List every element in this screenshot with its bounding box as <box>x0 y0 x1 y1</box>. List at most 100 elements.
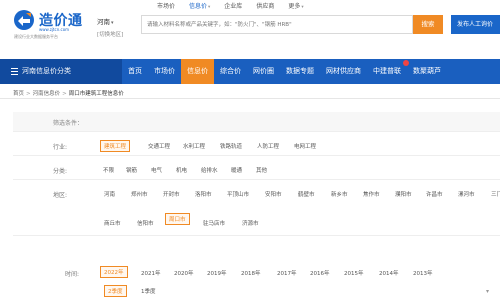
area-option-henan[interactable]: 河南 <box>104 190 115 198</box>
nav-item-suppliers[interactable]: 网材供应商 <box>320 59 367 84</box>
area-option-kaifeng[interactable]: 开封市 <box>163 190 180 198</box>
year-option-2015[interactable]: 2015年 <box>344 269 364 277</box>
topnav-market-price[interactable]: 市场价 <box>150 2 182 12</box>
breadcrumb-current: 周口市建筑工程信息价 <box>68 91 124 97</box>
breadcrumb-province[interactable]: 河南信息价 <box>33 91 61 97</box>
filter-panel: 筛选条件： 行业: 建筑工程 交通工程 水利工程 铁路轨道 人防工程 电网工程 … <box>13 112 500 300</box>
chevron-down-icon: ▾ <box>301 5 304 10</box>
area-option-zhoukou[interactable]: 周口市 <box>165 213 190 225</box>
nav-item-home[interactable]: 首页 <box>122 59 148 84</box>
nav-item-info-price[interactable]: 信息价 <box>181 59 214 84</box>
time-label: 时间: <box>65 271 80 278</box>
topnav-label: 市场价 <box>157 3 176 10</box>
nav-item-composite-price[interactable]: 综合价 <box>214 59 247 84</box>
category-option-hvac[interactable]: 暖通 <box>231 166 242 174</box>
category-menu-button[interactable]: 河南信息价分类 <box>0 59 122 84</box>
nav-item-label: 中建普联 <box>373 67 401 75</box>
area-option-jiyuan[interactable]: 济源市 <box>242 219 259 227</box>
year-option-2016[interactable]: 2016年 <box>310 269 330 277</box>
region-selector[interactable]: 河南▾ <box>97 16 114 26</box>
year-option-2022[interactable]: 2022年 <box>100 266 128 278</box>
industry-label: 行业: <box>53 144 68 151</box>
divider <box>13 235 500 236</box>
search-box <box>141 15 413 34</box>
nav-item-price-circle[interactable]: 网价圈 <box>247 59 280 84</box>
year-option-2013[interactable]: 2013年 <box>413 269 433 277</box>
divider <box>0 98 500 99</box>
logo-url: www.zjtcn.com <box>39 27 70 32</box>
industry-option-building[interactable]: 建筑工程 <box>100 140 131 152</box>
site-header: 造价通 www.zjtcn.com 建设行业大数据服务平台 河南▾ [切换地区]… <box>0 0 500 56</box>
top-nav: 市场价 信息价▾ 企业库 供应商 更多▾ <box>150 2 311 12</box>
area-option-anyang[interactable]: 安阳市 <box>265 190 282 198</box>
area-option-zhengzhou[interactable]: 郑州市 <box>131 190 148 198</box>
topnav-suppliers[interactable]: 供应商 <box>249 2 281 12</box>
scroll-down-icon[interactable]: ▾ <box>486 288 495 296</box>
industry-option-civil-defense[interactable]: 人防工程 <box>257 142 279 150</box>
topnav-info-price[interactable]: 信息价▾ <box>182 2 217 12</box>
category-option-any[interactable]: 不限 <box>103 166 114 174</box>
area-option-puyang[interactable]: 濮阳市 <box>395 190 412 198</box>
industry-option-power-grid[interactable]: 电网工程 <box>294 142 316 150</box>
divider <box>13 179 500 180</box>
topnav-company-library[interactable]: 企业库 <box>217 2 249 12</box>
year-option-2019[interactable]: 2019年 <box>207 269 227 277</box>
area-option-pingdingshan[interactable]: 平顶山市 <box>227 190 249 198</box>
publish-inquiry-button[interactable]: 发布人工询价 <box>451 15 500 34</box>
search-button[interactable]: 搜索 <box>413 15 443 34</box>
area-label: 地区: <box>53 192 68 199</box>
area-option-luoyang[interactable]: 洛阳市 <box>195 190 212 198</box>
topnav-more[interactable]: 更多▾ <box>281 2 310 12</box>
area-option-jiaozuo[interactable]: 焦作市 <box>363 190 380 198</box>
industry-option-transport[interactable]: 交通工程 <box>148 142 170 150</box>
nav-item-cscec-pulian[interactable]: 中建普联 <box>367 59 409 84</box>
breadcrumb: 首页 > 河南信息价 > 周口市建筑工程信息价 <box>13 89 124 97</box>
nav-item-market-price[interactable]: 市场价 <box>148 59 181 84</box>
quarter-option-q1[interactable]: 1季度 <box>141 287 156 295</box>
area-option-shangqiu[interactable]: 商丘市 <box>104 219 121 227</box>
area-option-sanmenxia[interactable]: 三门 <box>491 190 500 198</box>
region-switch-link[interactable]: [切换地区] <box>97 30 123 38</box>
year-option-2017[interactable]: 2017年 <box>277 269 297 277</box>
year-option-2020[interactable]: 2020年 <box>174 269 194 277</box>
topnav-label: 供应商 <box>256 3 275 10</box>
region-current: 河南 <box>97 18 110 26</box>
topnav-label: 信息价 <box>189 3 208 10</box>
year-option-2021[interactable]: 2021年 <box>141 269 161 277</box>
topnav-label: 更多 <box>288 3 301 10</box>
filter-panel-header: 筛选条件： <box>13 112 500 132</box>
area-option-xinyang[interactable]: 信阳市 <box>137 219 154 227</box>
year-option-2018[interactable]: 2018年 <box>241 269 261 277</box>
logo-slogan: 建设行业大数据服务平台 <box>14 34 58 39</box>
quarter-option-q2[interactable]: 2季度 <box>104 285 127 297</box>
topnav-label: 企业库 <box>224 3 243 10</box>
category-option-plumbing[interactable]: 给排水 <box>201 166 218 174</box>
breadcrumb-separator-icon: > <box>62 91 67 97</box>
chevron-down-icon: ▾ <box>208 5 211 10</box>
area-option-xuchang[interactable]: 许昌市 <box>426 190 443 198</box>
area-option-zhumadian[interactable]: 驻马店市 <box>203 219 225 227</box>
logo-mark-icon <box>14 10 34 30</box>
nav-item-data-topics[interactable]: 数据专题 <box>280 59 320 84</box>
nav-item-shuju-hulu[interactable]: 数聚葫芦 <box>407 59 447 84</box>
search-input[interactable] <box>142 16 412 33</box>
area-option-hebi[interactable]: 鹤壁市 <box>298 190 315 198</box>
category-option-rebar[interactable]: 钢筋 <box>126 166 137 174</box>
main-navbar: 河南信息价分类 首页 市场价 信息价 综合价 网价圈 数据专题 网材供应商 中建… <box>0 59 500 84</box>
industry-option-water[interactable]: 水利工程 <box>183 142 205 150</box>
menu-icon <box>11 68 18 75</box>
nav-items: 首页 市场价 信息价 综合价 网价圈 数据专题 网材供应商 中建普联 数聚葫芦 <box>122 59 447 84</box>
year-option-2014[interactable]: 2014年 <box>379 269 399 277</box>
breadcrumb-separator-icon: > <box>26 91 31 97</box>
industry-option-rail[interactable]: 铁路轨道 <box>220 142 242 150</box>
filter-conditions-label: 筛选条件： <box>53 120 84 127</box>
area-option-xinxiang[interactable]: 新乡市 <box>331 190 348 198</box>
category-label: 分类: <box>53 168 68 175</box>
category-option-other[interactable]: 其他 <box>256 166 267 174</box>
divider <box>13 155 500 156</box>
breadcrumb-home[interactable]: 首页 <box>13 91 24 97</box>
category-option-electrical[interactable]: 电气 <box>151 166 162 174</box>
category-option-mechanical[interactable]: 机电 <box>176 166 187 174</box>
category-menu-label: 河南信息价分类 <box>22 67 71 75</box>
area-option-luohe[interactable]: 漯河市 <box>458 190 475 198</box>
